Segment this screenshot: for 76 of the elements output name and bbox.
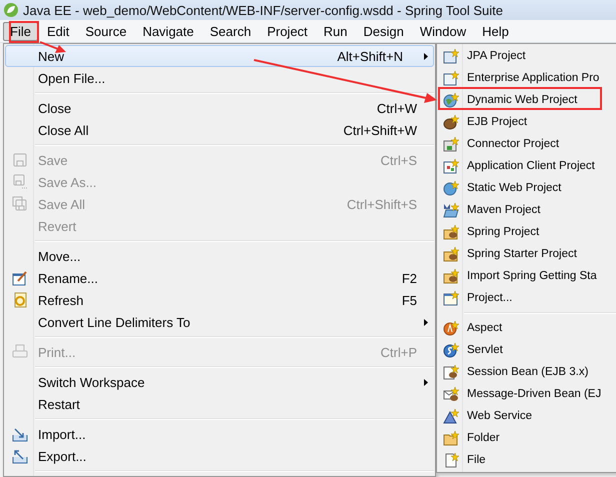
printer-icon xyxy=(12,344,28,360)
menu-item[interactable]: Message-Driven Bean (EJ xyxy=(438,383,616,405)
menu-item[interactable]: Rename... F2 xyxy=(5,267,434,289)
menu-item[interactable]: Web Service xyxy=(438,405,616,427)
connector-star-icon xyxy=(443,136,459,152)
menu-item[interactable]: Application Client Project xyxy=(438,155,616,177)
bean-page-icon xyxy=(443,364,459,380)
menu-item[interactable]: Project... xyxy=(438,287,616,309)
shortcut-text: F5 xyxy=(402,292,417,308)
menu-item[interactable]: Dynamic Web Project xyxy=(438,89,616,111)
pencil-window-icon xyxy=(12,270,28,286)
highlight-frame xyxy=(9,21,39,43)
swirl-circle-icon xyxy=(443,342,459,358)
menu-item[interactable]: Spring Starter Project xyxy=(438,243,616,265)
letter-circle-icon xyxy=(443,320,459,336)
menu-item[interactable]: JPA Project xyxy=(438,45,616,67)
menu-item[interactable]: EJB Project xyxy=(438,111,616,133)
triangle-star-icon xyxy=(443,408,459,424)
menu-item[interactable]: Aspect xyxy=(438,317,616,339)
menu-item[interactable]: New Alt+Shift+N xyxy=(5,45,434,67)
floppy-disk-icon xyxy=(12,174,28,190)
menu-item[interactable]: Switch Workspace xyxy=(5,371,434,393)
window-star-icon xyxy=(443,158,459,174)
shortcut-text: Ctrl+W xyxy=(376,100,417,116)
menu-item[interactable]: Import... xyxy=(5,423,434,445)
shortcut-text: F2 xyxy=(402,270,417,286)
stacked-disks-icon xyxy=(12,196,28,212)
folder-star-icon xyxy=(443,430,459,446)
bean-star-icon xyxy=(443,114,459,130)
envelope-bean-icon xyxy=(443,386,459,402)
menu-item[interactable]: Session Bean (EJB 3.x) xyxy=(438,361,616,383)
import-tray-icon xyxy=(12,426,28,442)
menu-item[interactable]: Enterprise Application Pro xyxy=(438,67,616,89)
project-star-icon xyxy=(443,48,459,64)
shortcut-text: Ctrl+S xyxy=(380,152,417,168)
menu-item[interactable]: Open File... xyxy=(5,67,434,89)
window-star-icon xyxy=(443,290,459,306)
menu-item[interactable]: Move... xyxy=(5,245,434,267)
menu-item[interactable]: Connector Project xyxy=(438,133,616,155)
file-star-icon xyxy=(443,452,459,468)
menu-title[interactable]: Help xyxy=(475,22,516,40)
menu-item[interactable]: Close Ctrl+W xyxy=(5,97,434,119)
menu-title[interactable]: Edit xyxy=(40,22,76,40)
leaf-circle-icon xyxy=(3,2,19,18)
menu-title[interactable]: Source xyxy=(78,22,134,40)
spring-folder-icon xyxy=(443,268,459,284)
menu-item[interactable]: Refresh F5 xyxy=(5,289,434,311)
menu-item[interactable]: Import Spring Getting Sta xyxy=(438,265,616,287)
menu-item[interactable]: Export... xyxy=(5,445,434,467)
shortcut-text: Ctrl+Shift+W xyxy=(343,122,417,138)
menu-title[interactable]: Search xyxy=(202,22,258,40)
arrow xyxy=(40,41,66,53)
menu-item[interactable]: File xyxy=(438,449,616,471)
menu-item[interactable]: Restart xyxy=(5,393,434,415)
menu-item[interactable]: Convert Line Delimiters To xyxy=(5,311,434,333)
refresh-icon xyxy=(12,292,28,308)
project-star-icon xyxy=(443,70,459,86)
shortcut-text: Alt+Shift+N xyxy=(337,48,403,64)
menu-title[interactable]: Navigate xyxy=(136,22,201,40)
shortcut-text: Ctrl+Shift+S xyxy=(346,196,417,212)
menu-item[interactable]: Static Web Project xyxy=(438,177,616,199)
maven-folder-icon xyxy=(443,202,459,218)
menu-item[interactable]: Maven Project xyxy=(438,199,616,221)
menu-title[interactable]: Window xyxy=(412,22,474,40)
menu-item[interactable]: Folder xyxy=(438,427,616,449)
export-tray-icon xyxy=(12,448,28,464)
menu-item[interactable]: Servlet xyxy=(438,339,616,361)
menu-item[interactable]: Close All Ctrl+Shift+W xyxy=(5,119,434,141)
shortcut-text: Ctrl+P xyxy=(380,344,417,360)
menu-item[interactable]: Spring Project xyxy=(438,221,616,243)
spring-folder-icon xyxy=(443,224,459,240)
menu-title[interactable]: Run xyxy=(316,22,354,40)
menu-title[interactable]: Design xyxy=(356,22,411,40)
spring-folder-icon xyxy=(443,246,459,262)
window-title: Java EE - web_demo/WebContent/WEB-INF/server-config.wsdd - Spring Tool Suite xyxy=(23,2,504,18)
menu-title[interactable]: Project xyxy=(260,22,315,40)
